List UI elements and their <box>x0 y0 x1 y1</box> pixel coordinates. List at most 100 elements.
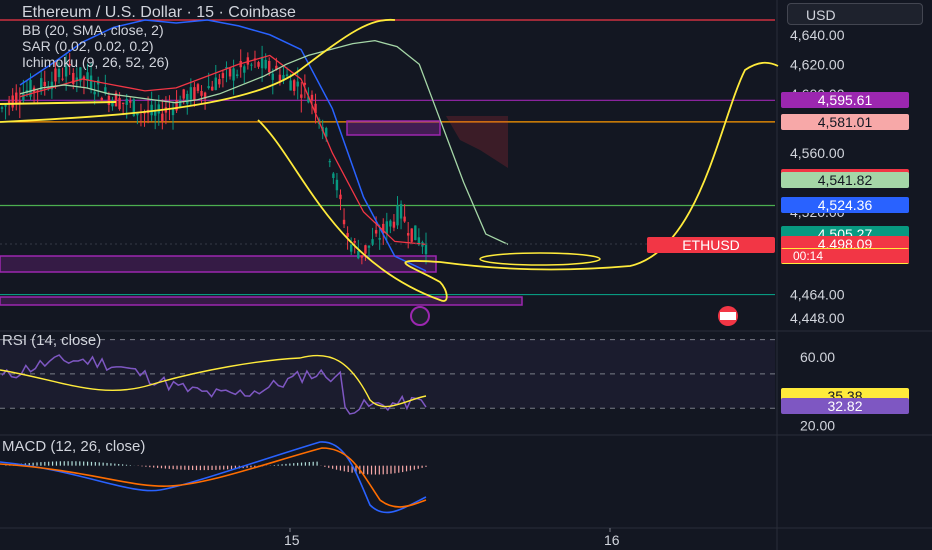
candle-body <box>403 216 406 222</box>
candle-body <box>328 160 331 163</box>
candle-body <box>221 73 225 79</box>
macd-title: MACD (12, 26, close) <box>2 438 146 455</box>
candle-body <box>232 68 235 81</box>
candle-body <box>129 101 132 103</box>
candle-body <box>296 81 299 87</box>
bar-countdown: 00:14 <box>781 249 909 263</box>
price-badge: 4,581.01 <box>781 113 909 130</box>
candle-body <box>289 80 292 91</box>
candle-body <box>349 243 353 252</box>
candle-body <box>367 245 371 248</box>
candle-body <box>410 228 413 242</box>
indicator-ichimoku[interactable]: Ichimoku (9, 26, 52, 26) <box>22 54 296 70</box>
chart-canvas[interactable]: 4,640.004,620.004,600.004,560.004,520.00… <box>0 0 932 550</box>
price-tick-label: 4,464.00 <box>790 287 845 303</box>
candle-body <box>154 111 157 116</box>
candle-body <box>353 240 356 243</box>
candle-body <box>218 79 221 85</box>
time-tick-label: 16 <box>604 532 620 548</box>
candle-body <box>186 93 189 104</box>
candle-body <box>285 74 289 76</box>
candle-body <box>414 225 417 241</box>
flag-icon-stripe <box>720 312 736 320</box>
price-tick-label: 4,448.00 <box>790 310 845 326</box>
candle-body <box>150 104 153 116</box>
price-tick-label: 4,560.00 <box>790 145 845 161</box>
candle-body <box>171 108 175 116</box>
candle-body <box>378 237 381 240</box>
symbol-badge: ETHUSD <box>647 237 775 253</box>
candle-body <box>332 173 335 178</box>
candle-body <box>207 86 210 89</box>
candle-body <box>89 75 93 90</box>
candle-body <box>125 98 128 105</box>
candle-body <box>292 80 296 91</box>
candle-body <box>346 233 349 237</box>
indicator-sar[interactable]: SAR (0.02, 0.02, 0.2) <box>22 38 296 54</box>
candle-body <box>342 219 346 225</box>
price-tick-label: 4,640.00 <box>790 27 845 43</box>
price-badge: 4,524.36 <box>781 197 909 214</box>
candle-body <box>4 105 7 107</box>
rsi-badge: 32.82 <box>781 398 909 415</box>
rsi-tick-label: 20.00 <box>800 417 835 433</box>
candle-body <box>406 233 410 236</box>
candle-body <box>399 203 403 219</box>
candle-body <box>161 113 164 122</box>
currency-button[interactable]: USD <box>787 3 923 25</box>
zone-rect <box>346 120 441 136</box>
candle-body <box>310 94 314 101</box>
candle-body <box>93 91 96 95</box>
candle-body <box>374 230 378 234</box>
candle-body <box>364 245 367 254</box>
candle-body <box>100 97 103 101</box>
rsi-tick-label: 60.00 <box>800 349 835 365</box>
event-icon <box>410 306 430 326</box>
candle-body <box>396 205 399 226</box>
candle-body <box>157 104 160 114</box>
ichimoku-lagging-line <box>19 40 509 245</box>
candle-body <box>121 102 125 105</box>
candle-body <box>335 179 339 191</box>
rsi-band <box>0 339 775 409</box>
macd-signal-line <box>0 447 427 508</box>
candle-body <box>339 194 342 200</box>
zone-rect <box>0 255 437 273</box>
candle-body <box>0 107 4 109</box>
price-tick-label: 4,620.00 <box>790 56 845 72</box>
rsi-title: RSI (14, close) <box>2 332 102 349</box>
candle-body <box>196 84 200 91</box>
candle-body <box>189 87 193 100</box>
candle-body <box>182 89 185 99</box>
main-legend: Ethereum / U.S. Dollar · 15 · Coinbase B… <box>22 4 296 70</box>
indicator-bb[interactable]: BB (20, SMA, close, 2) <box>22 22 296 38</box>
candle-body <box>43 81 46 87</box>
candle-body <box>392 221 396 228</box>
candle-body <box>357 251 360 259</box>
candle-body <box>235 74 239 76</box>
candle-body <box>39 78 43 92</box>
candle-body <box>278 74 282 82</box>
candle-body <box>15 92 18 104</box>
candle-body <box>11 95 14 108</box>
candle-body <box>300 94 303 98</box>
candle-body <box>57 68 61 78</box>
symbol-title: Ethereum / U.S. Dollar · 15 · Coinbase <box>22 4 296 21</box>
candle-body <box>54 68 57 82</box>
candle-body <box>211 86 214 91</box>
candle-body <box>200 90 203 96</box>
macd-legend: MACD (12, 26, close) <box>2 439 145 455</box>
candle-body <box>193 87 196 101</box>
price-badge: 4,595.61 <box>781 92 909 109</box>
time-tick-label: 15 <box>284 532 300 548</box>
rsi-legend: RSI (14, close) <box>2 333 101 349</box>
candle-body <box>271 73 274 80</box>
candle-body <box>118 98 121 110</box>
hand-drawn-loop <box>479 252 601 266</box>
candle-body <box>214 77 217 90</box>
candle-body <box>389 220 392 227</box>
candle-body <box>61 78 64 80</box>
price-badge: 4,541.82 <box>781 171 909 188</box>
candle-body <box>360 255 364 258</box>
candle-body <box>107 95 111 105</box>
